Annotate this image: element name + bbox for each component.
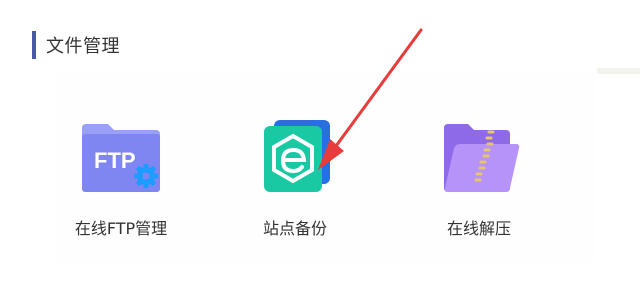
file-management-page: 文件管理 FTP 在线FTP管理 站点备份 在线解压 xyxy=(0,0,640,293)
section-header: 文件管理 xyxy=(32,31,120,59)
section-accent-bar xyxy=(32,31,36,59)
section-title: 文件管理 xyxy=(46,36,120,57)
tool-online-ftp[interactable]: FTP 在线FTP管理 xyxy=(51,118,191,239)
ftp-folder-icon[interactable]: FTP xyxy=(76,118,166,198)
tool-label-backup: 站点备份 xyxy=(262,219,327,238)
ftp-icon-text: FTP xyxy=(94,148,136,173)
site-backup-icon[interactable] xyxy=(250,118,340,198)
zip-folder-icon[interactable] xyxy=(434,118,524,198)
tool-label-unzip: 在线解压 xyxy=(446,219,511,238)
divider-strip xyxy=(597,68,640,74)
tool-site-backup[interactable]: 站点备份 xyxy=(225,118,365,239)
tool-label-ftp: 在线FTP管理 xyxy=(74,219,168,238)
tool-online-unzip[interactable]: 在线解压 xyxy=(409,118,549,239)
